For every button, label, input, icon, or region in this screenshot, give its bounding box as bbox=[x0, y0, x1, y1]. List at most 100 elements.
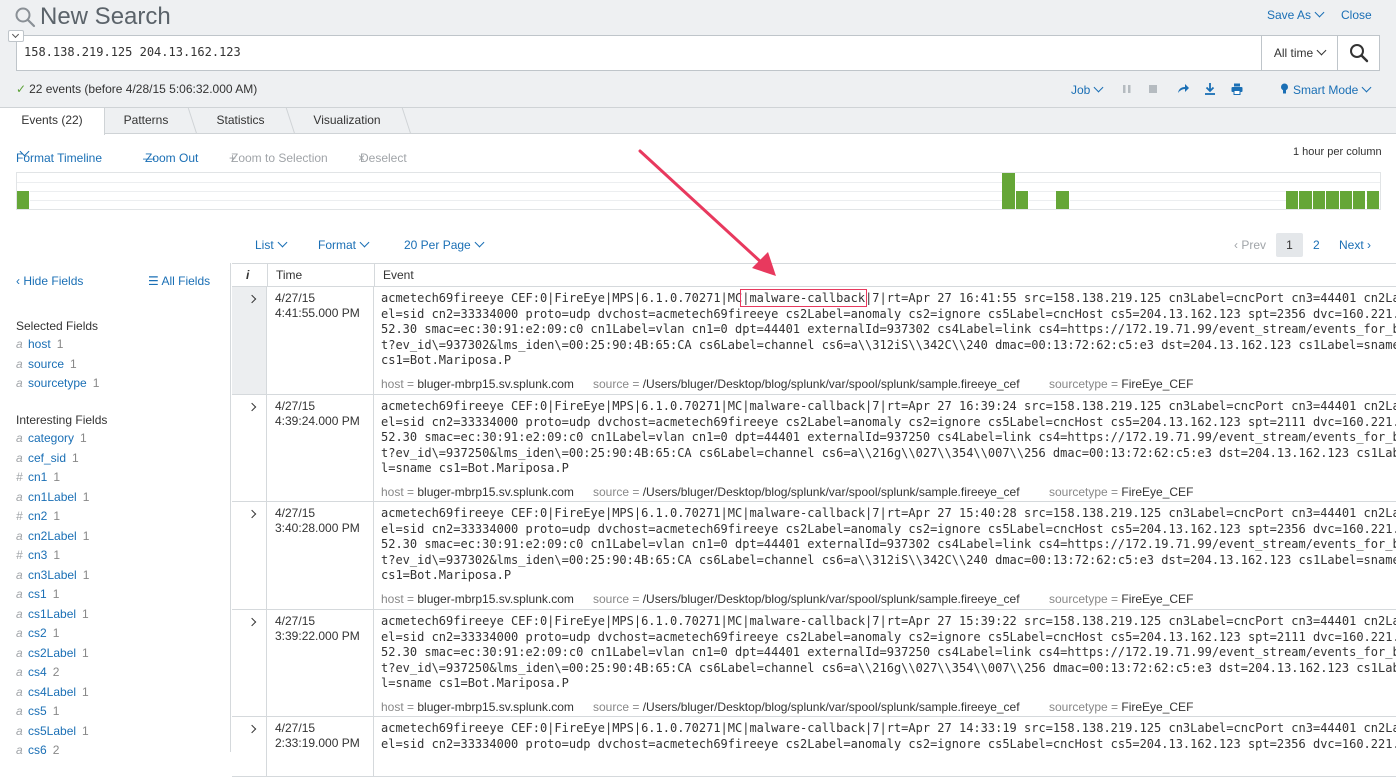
expand-event-toggle[interactable] bbox=[232, 610, 267, 716]
field-cs5label[interactable]: a cs5Label 1 bbox=[16, 724, 89, 738]
timeline-bar[interactable] bbox=[1326, 191, 1340, 209]
next-page-button[interactable]: Next › bbox=[1339, 238, 1371, 252]
expand-event-toggle[interactable] bbox=[232, 395, 267, 501]
field-cef-sid[interactable]: a cef_sid 1 bbox=[16, 451, 79, 465]
export-icon[interactable] bbox=[1203, 82, 1217, 96]
field-host[interactable]: a host 1 bbox=[16, 337, 63, 351]
field-cn3[interactable]: # cn3 1 bbox=[16, 548, 60, 562]
tab-events[interactable]: Events (22) bbox=[0, 108, 105, 135]
time-column-header[interactable]: Time bbox=[267, 264, 374, 287]
field-type-icon: a bbox=[16, 723, 23, 738]
timeline-bar[interactable] bbox=[1002, 173, 1016, 209]
event-count-text: 22 events (before 4/28/15 5:06:32.000 AM… bbox=[29, 82, 258, 96]
field-type-icon: a bbox=[16, 337, 23, 351]
timeline-bar[interactable] bbox=[1353, 191, 1367, 209]
field-cs2[interactable]: a cs2 1 bbox=[16, 626, 59, 640]
meta-source[interactable]: source = /Users/bluger/Desktop/blog/splu… bbox=[593, 485, 1020, 499]
event-time[interactable]: 4/27/15 3:39:22.000 PM bbox=[267, 610, 374, 716]
page-1-button[interactable]: 1 bbox=[1276, 233, 1303, 257]
field-name: cn1Label bbox=[28, 489, 77, 504]
timeline-bar[interactable] bbox=[1366, 191, 1380, 209]
meta-sourcetype[interactable]: sourcetype = FireEye_CEF bbox=[1049, 485, 1193, 499]
field-name: sourcetype bbox=[28, 376, 87, 390]
expand-event-toggle[interactable] bbox=[232, 287, 267, 394]
per-page-menu[interactable]: 20 Per Page bbox=[404, 237, 485, 252]
search-expand-toggle[interactable] bbox=[8, 30, 24, 42]
pause-icon[interactable] bbox=[1120, 82, 1134, 96]
field-cn1[interactable]: # cn1 1 bbox=[16, 470, 60, 484]
search-button[interactable] bbox=[1337, 35, 1380, 71]
field-cs4[interactable]: a cs4 2 bbox=[16, 665, 59, 679]
timeline-bar[interactable] bbox=[1312, 191, 1326, 209]
field-cs1[interactable]: a cs1 1 bbox=[16, 587, 59, 601]
job-menu[interactable]: Job bbox=[1071, 82, 1104, 97]
expand-event-toggle[interactable] bbox=[232, 717, 267, 776]
event-time[interactable]: 4/27/15 4:41:55.000 PM bbox=[267, 287, 374, 394]
highlighted-term[interactable]: |malware-callback bbox=[740, 289, 868, 307]
field-count: 2 bbox=[52, 665, 60, 679]
meta-sourcetype[interactable]: sourcetype = FireEye_CEF bbox=[1049, 700, 1193, 714]
print-icon[interactable] bbox=[1230, 82, 1244, 96]
timeline-bar[interactable] bbox=[17, 191, 31, 209]
prev-page-button[interactable]: ‹ Prev bbox=[1234, 238, 1266, 252]
list-icon: ☰ bbox=[148, 274, 162, 288]
event-time[interactable]: 4/27/15 2:33:19.000 PM bbox=[267, 717, 374, 776]
event-time[interactable]: 4/27/15 3:40:28.000 PM bbox=[267, 502, 374, 609]
field-cs5[interactable]: a cs5 1 bbox=[16, 704, 59, 718]
timeline-bar[interactable] bbox=[1339, 191, 1353, 209]
field-cn1label[interactable]: a cn1Label 1 bbox=[16, 490, 89, 504]
meta-sourcetype[interactable]: sourcetype = FireEye_CEF bbox=[1049, 592, 1193, 606]
event-raw-text[interactable]: acmetech69fireeye CEF:0|FireEye|MPS|6.1.… bbox=[381, 506, 1396, 584]
search-mode-menu[interactable]: Smart Mode bbox=[1280, 82, 1372, 97]
field-cn2label[interactable]: a cn2Label 1 bbox=[16, 529, 89, 543]
meta-host[interactable]: host = bluger-mbrp15.sv.splunk.com bbox=[381, 592, 574, 606]
page-2-button[interactable]: 2 bbox=[1313, 238, 1320, 252]
share-icon[interactable] bbox=[1176, 82, 1190, 96]
field-cn3label[interactable]: a cn3Label 1 bbox=[16, 568, 89, 582]
meta-sourcetype[interactable]: sourcetype = FireEye_CEF bbox=[1049, 377, 1193, 391]
event-raw-text[interactable]: acmetech69fireeye CEF:0|FireEye|MPS|6.1.… bbox=[381, 399, 1396, 477]
meta-host[interactable]: host = bluger-mbrp15.sv.splunk.com bbox=[381, 700, 574, 714]
field-cs4label[interactable]: a cs4Label 1 bbox=[16, 685, 89, 699]
format-menu[interactable]: Format bbox=[318, 237, 370, 252]
timeline-bar[interactable] bbox=[1285, 191, 1300, 209]
meta-host[interactable]: host = bluger-mbrp15.sv.splunk.com bbox=[381, 485, 574, 499]
field-cn2[interactable]: # cn2 1 bbox=[16, 509, 60, 523]
field-count: 1 bbox=[53, 470, 61, 484]
event-time[interactable]: 4/27/15 4:39:24.000 PM bbox=[267, 395, 374, 501]
meta-host[interactable]: host = bluger-mbrp15.sv.splunk.com bbox=[381, 377, 574, 391]
field-cs2label[interactable]: a cs2Label 1 bbox=[16, 646, 89, 660]
field-category[interactable]: a category 1 bbox=[16, 431, 87, 445]
field-cs6[interactable]: a cs6 2 bbox=[16, 743, 59, 757]
list-view-menu[interactable]: List bbox=[255, 237, 288, 252]
tab-patterns[interactable]: Patterns bbox=[106, 108, 186, 134]
field-sourcetype[interactable]: a sourcetype 1 bbox=[16, 376, 99, 390]
all-fields-button[interactable]: ☰ All Fields bbox=[148, 274, 210, 288]
meta-source[interactable]: source = /Users/bluger/Desktop/blog/splu… bbox=[593, 592, 1020, 606]
timeline-bar[interactable] bbox=[1299, 191, 1313, 209]
field-source[interactable]: a source 1 bbox=[16, 357, 77, 371]
event-content: acmetech69fireeye CEF:0|FireEye|MPS|6.1.… bbox=[381, 506, 1396, 606]
timeline-bar[interactable] bbox=[1056, 191, 1070, 209]
event-timeline[interactable] bbox=[16, 172, 1381, 210]
tab-visualization[interactable]: Visualization bbox=[296, 108, 398, 134]
field-cs1label[interactable]: a cs1Label 1 bbox=[16, 607, 89, 621]
hide-fields-button[interactable]: ‹ Hide Fields bbox=[16, 274, 83, 288]
meta-source[interactable]: source = /Users/bluger/Desktop/blog/splu… bbox=[593, 700, 1020, 714]
meta-source[interactable]: source = /Users/bluger/Desktop/blog/splu… bbox=[593, 377, 1020, 391]
search-input[interactable]: 158.138.219.125 204.13.162.123 bbox=[16, 35, 1262, 71]
search-query-text[interactable]: 158.138.219.125 204.13.162.123 bbox=[24, 45, 241, 59]
time-range-picker[interactable]: All time bbox=[1261, 35, 1338, 71]
save-as-menu[interactable]: Save As bbox=[1267, 7, 1325, 22]
event-raw-text[interactable]: acmetech69fireeye CEF:0|FireEye|MPS|6.1.… bbox=[381, 289, 1396, 369]
stop-icon[interactable] bbox=[1146, 82, 1160, 96]
results-tabs: Events (22) Patterns Statistics Visualiz… bbox=[0, 108, 1396, 135]
search-header: New Search Save As Close 158.138.219.125… bbox=[0, 0, 1396, 108]
field-count: 1 bbox=[53, 509, 61, 523]
event-raw-text[interactable]: acmetech69fireeye CEF:0|FireEye|MPS|6.1.… bbox=[381, 721, 1396, 752]
close-button[interactable]: Close bbox=[1341, 8, 1372, 22]
tab-statistics[interactable]: Statistics bbox=[197, 108, 284, 134]
expand-event-toggle[interactable] bbox=[232, 502, 267, 609]
event-raw-text[interactable]: acmetech69fireeye CEF:0|FireEye|MPS|6.1.… bbox=[381, 614, 1396, 692]
timeline-bar[interactable] bbox=[1015, 191, 1030, 209]
